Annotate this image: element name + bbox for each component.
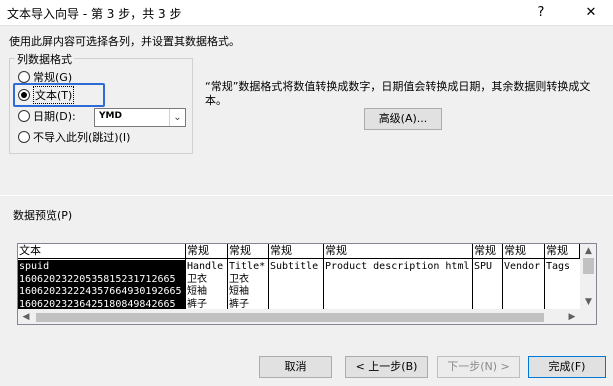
divider	[0, 195, 613, 196]
table-cell: 短袖	[229, 286, 249, 297]
column-header[interactable]: 文本	[18, 244, 186, 259]
radio-circle-icon[interactable]	[18, 110, 30, 122]
table-cell	[503, 285, 544, 298]
title-bar: 文本导入向导 - 第 3 步，共 3 步 ? ✕	[0, 0, 613, 26]
radio-skip-label: 不导入此列(跳过)(I)	[33, 131, 131, 144]
table-cell: 短袖	[187, 286, 207, 297]
scroll-thumb[interactable]	[36, 313, 544, 322]
table-cell: 16062023222435766493019266​5	[18, 285, 186, 298]
instruction-text: 使用此屏内容可选择各列，并设置其数据格式。	[9, 35, 240, 48]
table-cell: Tags	[546, 261, 571, 272]
radio-general[interactable]: 常规(G)	[18, 69, 72, 85]
horizontal-scrollbar[interactable]: ◀ ▶	[18, 309, 580, 324]
column-header[interactable]: 常规	[269, 244, 324, 259]
scroll-corner	[580, 309, 596, 324]
help-icon[interactable]: ?	[528, 3, 554, 23]
table-cell	[503, 273, 544, 286]
table-cell	[473, 285, 502, 298]
table-cell: Handle	[187, 261, 224, 272]
table-cell	[269, 273, 323, 286]
finish-button[interactable]: 完成(F)	[528, 356, 606, 378]
table-cell: Product description html	[325, 261, 470, 272]
table-cell	[473, 273, 502, 286]
back-button[interactable]: < 上一步(B)	[345, 356, 428, 378]
table-cell	[324, 298, 472, 310]
data-preview-grid[interactable]: 文本 常规 常规 常规 常规 常规 常规 常规 spuid Handle Title* Subtitl…	[17, 243, 597, 325]
radio-date-label: 日期(D):	[33, 110, 76, 123]
radio-general-label: 常规(G)	[33, 71, 73, 84]
chevron-down-icon[interactable]: ⌄	[169, 109, 185, 126]
radio-text[interactable]: 文本(T)	[18, 86, 75, 104]
table-cell: 卫衣	[187, 273, 207, 285]
column-header[interactable]: 常规	[228, 244, 269, 259]
date-format-select[interactable]: YMD ⌄	[94, 108, 186, 127]
format-description: “常规”数据格式将数值转换成数字，日期值会转换成日期，其余数据则转换成文本。	[205, 80, 591, 107]
table-cell	[269, 298, 323, 310]
chevron-up-icon[interactable]: ▲	[580, 244, 596, 258]
chevron-left-icon[interactable]: ◀	[18, 309, 34, 324]
radio-circle-icon[interactable]	[18, 71, 30, 83]
window-title: 文本导入向导 - 第 3 步，共 3 步	[7, 7, 182, 21]
table-cell: Subtitle	[270, 261, 319, 272]
close-icon[interactable]: ✕	[578, 3, 604, 23]
table-cell: 1606202322053581523171266​5	[18, 272, 186, 286]
table-cell: 裤子	[229, 298, 249, 310]
next-button[interactable]: 下一步(N) >	[437, 356, 520, 378]
table-cell: Vendor	[504, 261, 541, 272]
table-cell	[545, 285, 579, 298]
radio-text-label: 文本(T)	[33, 86, 75, 104]
preview-table[interactable]: 文本 常规 常规 常规 常规 常规 常规 常规 spuid Handle Title* Subtitl…	[18, 244, 580, 309]
table-cell: 卫衣	[229, 273, 249, 285]
vertical-scrollbar[interactable]: ▲ ▼	[580, 244, 596, 309]
advanced-button[interactable]: 高级(A)...	[364, 108, 442, 130]
date-format-value: YMD	[99, 111, 122, 121]
radio-skip[interactable]: 不导入此列(跳过)(I)	[18, 129, 130, 145]
scroll-thumb[interactable]	[583, 258, 594, 274]
column-header[interactable]: 常规	[186, 244, 228, 259]
table-cell	[545, 273, 579, 286]
chevron-down-icon[interactable]: ▼	[580, 295, 596, 309]
column-header[interactable]: 常规	[503, 244, 545, 259]
column-format-legend: 列数据格式	[15, 51, 74, 67]
column-header[interactable]: 常规	[545, 244, 580, 259]
table-cell	[545, 298, 579, 310]
table-cell: 裤子	[187, 298, 207, 310]
radio-date[interactable]: 日期(D):	[18, 108, 76, 124]
radio-circle-icon[interactable]	[18, 131, 30, 143]
table-cell	[473, 298, 502, 310]
table-cell: 16062023236425180849842665	[18, 297, 186, 309]
table-cell: SPU	[474, 261, 493, 272]
table-cell	[269, 285, 323, 298]
radio-selected-icon[interactable]	[18, 89, 30, 101]
table-cell	[324, 285, 472, 298]
chevron-right-icon[interactable]: ▶	[564, 309, 580, 324]
table-cell: Title*	[229, 261, 266, 272]
table-cell	[503, 298, 544, 310]
table-cell	[324, 273, 472, 286]
column-header[interactable]: 常规	[324, 244, 473, 259]
table-cell: spuid	[18, 260, 186, 273]
data-preview-label: 数据预览(P)	[13, 209, 73, 222]
cancel-button[interactable]: 取消	[259, 356, 332, 378]
column-header[interactable]: 常规	[473, 244, 503, 259]
